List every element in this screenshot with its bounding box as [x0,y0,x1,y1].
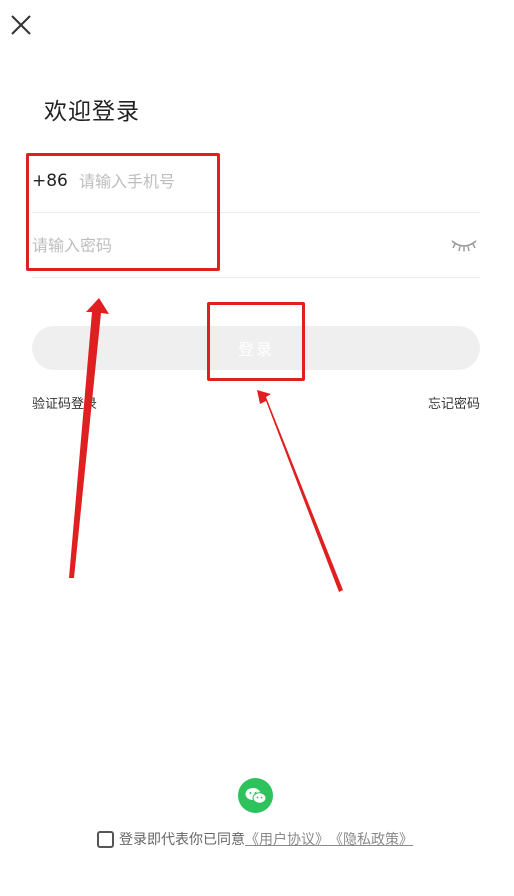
agreement-checkbox[interactable] [97,830,114,848]
annotation-arrows [69,298,343,592]
user-agreement-link[interactable]: 《用户协议》 [245,829,329,849]
annotation-arrow-left [69,298,109,578]
login-page: 欢迎登录 +86 登录 验证码登录 忘记密码 [0,0,514,896]
annotation-arrow-right [257,390,343,592]
wechat-login-button[interactable] [238,778,273,813]
agreement-text: 登录即代表你已同意 [119,832,245,848]
privacy-policy-link[interactable]: 《隐私政策》 [329,829,413,849]
agreement-row: 登录即代表你已同意 《用户协议》 《隐私政策》 [97,829,413,849]
wechat-icon [245,787,266,804]
